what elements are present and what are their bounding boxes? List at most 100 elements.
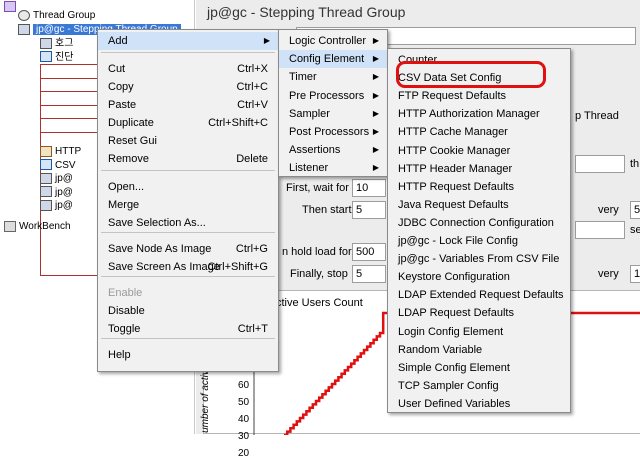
right-field-every-1[interactable]: 5 xyxy=(630,201,640,219)
context-menu-item-merge[interactable]: Merge xyxy=(98,196,278,214)
menu-item-label: jp@gc - Variables From CSV File xyxy=(398,253,560,266)
stop-thread-option[interactable]: p Thread xyxy=(575,110,619,122)
config-submenu-item-ldap-extended-request-defaults[interactable]: LDAP Extended Request Defaults xyxy=(388,286,570,304)
context-menu-item-toggle[interactable]: Toggle Ctrl+T xyxy=(98,320,278,338)
context-menu-item-disable[interactable]: Disable xyxy=(98,302,278,320)
page-title: jp@gc - Stepping Thread Group xyxy=(207,4,406,20)
config-submenu-item-ldap-request-defaults[interactable]: LDAP Request Defaults xyxy=(388,304,570,322)
tree-item-label: jp@ xyxy=(55,186,73,198)
config-submenu-item-jdbc-connection-configuration[interactable]: JDBC Connection Configuration xyxy=(388,214,570,232)
config-submenu-item-user-defined-variables[interactable]: User Defined Variables xyxy=(388,395,570,413)
config-submenu-item-keystore-configuration[interactable]: Keystore Configuration xyxy=(388,268,570,286)
config-submenu-item-ftp-request-defaults[interactable]: FTP Request Defaults xyxy=(388,87,570,105)
add-submenu-item-listener[interactable]: Listener ▶ xyxy=(279,159,387,177)
finally-stop-field[interactable]: 5 xyxy=(352,265,386,283)
menu-item-label: Enable xyxy=(108,287,143,299)
config-submenu-item-tcp-sampler-config[interactable]: TCP Sampler Config xyxy=(388,377,570,395)
tree-item-child[interactable]: 호그 xyxy=(40,37,73,51)
context-menu-item-help[interactable]: Help xyxy=(98,346,278,364)
context-menu-item-save-selection-as[interactable]: Save Selection As... xyxy=(98,214,278,232)
config-submenu-item-java-request-defaults[interactable]: Java Request Defaults xyxy=(388,196,570,214)
right-label-th: th xyxy=(630,158,640,170)
element-icon xyxy=(40,37,52,49)
add-submenu-item-post-processors[interactable]: Post Processors ▶ xyxy=(279,123,387,141)
menu-item-shortcut: Ctrl+X xyxy=(237,63,268,75)
menu-item-shortcut: Ctrl+T xyxy=(237,323,268,335)
menu-item-label: Cut xyxy=(108,63,126,75)
config-submenu-item-random-variable[interactable]: Random Variable xyxy=(388,341,570,359)
menu-item-label: Reset Gui xyxy=(108,135,157,147)
menu-item-label: Login Config Element xyxy=(398,325,504,338)
tree-item-child[interactable]: 진단 xyxy=(40,51,73,65)
config-submenu-item-login-config-element[interactable]: Login Config Element xyxy=(388,323,570,341)
hold-load-field[interactable]: 500 xyxy=(352,243,386,261)
tree-item-child[interactable]: jp@ xyxy=(40,199,73,213)
menu-item-shortcut: Ctrl+G xyxy=(235,243,268,255)
context-menu-item-add[interactable]: Add ▶ xyxy=(98,32,278,50)
config-submenu-item-http-cookie-manager[interactable]: HTTP Cookie Manager xyxy=(388,142,570,160)
tree-root-row[interactable] xyxy=(4,0,19,14)
context-menu-item-cut[interactable]: Cut Ctrl+X xyxy=(98,60,278,78)
context-menu-item-enable: Enable xyxy=(98,284,278,302)
context-menu-item-copy[interactable]: Copy Ctrl+C xyxy=(98,78,278,96)
menu-item-label: Listener xyxy=(289,162,329,175)
config-submenu-item-http-cache-manager[interactable]: HTTP Cache Manager xyxy=(388,123,570,141)
add-submenu-item-sampler[interactable]: Sampler ▶ xyxy=(279,105,387,123)
tree-item-child[interactable]: jp@ xyxy=(40,186,73,200)
element-icon xyxy=(40,199,52,211)
menu-separator xyxy=(101,338,275,339)
finally-stop-label: Finally, stop xyxy=(290,268,348,280)
tree-item-label: 진단 xyxy=(55,51,74,63)
tree-item-child[interactable]: jp@ xyxy=(40,172,73,186)
tree-item-child[interactable]: CSV xyxy=(40,159,76,173)
config-element-submenu: Counter CSV Data Set Config FTP Request De… xyxy=(387,48,571,413)
tree-item-label: CSV xyxy=(55,159,76,171)
right-field-2[interactable] xyxy=(575,221,625,239)
hold-load-label: n hold load for xyxy=(282,246,352,258)
menu-separator xyxy=(101,52,275,53)
right-label-every-2: very xyxy=(598,268,619,280)
add-submenu-item-logic-controller[interactable]: Logic Controller ▶ xyxy=(279,32,387,50)
context-menu-item-remove[interactable]: Remove Delete xyxy=(98,150,278,168)
config-submenu-item-jp-gc-lock-file-config[interactable]: jp@gc - Lock File Config xyxy=(388,232,570,250)
first-wait-field[interactable]: 10 xyxy=(352,179,386,197)
menu-item-label: Save Node As Image xyxy=(108,243,212,255)
config-submenu-item-http-request-defaults[interactable]: HTTP Request Defaults xyxy=(388,178,570,196)
menu-item-shortcut: Ctrl+V xyxy=(237,99,268,111)
add-submenu: Logic Controller ▶ Config Element ▶ Timer ▶ Pr… xyxy=(278,29,388,177)
menu-item-shortcut: Delete xyxy=(236,153,268,165)
workbench-icon xyxy=(4,220,16,232)
add-submenu-item-assertions[interactable]: Assertions ▶ xyxy=(279,141,387,159)
context-menu-item-reset-gui[interactable]: Reset Gui xyxy=(98,132,278,150)
add-submenu-item-timer[interactable]: Timer ▶ xyxy=(279,68,387,86)
menu-item-label: Help xyxy=(108,349,131,361)
config-submenu-item-http-authorization-manager[interactable]: HTTP Authorization Manager xyxy=(388,105,570,123)
menu-item-label: LDAP Extended Request Defaults xyxy=(398,289,564,302)
config-submenu-item-http-header-manager[interactable]: HTTP Header Manager xyxy=(388,160,570,178)
context-menu-item-open[interactable]: Open... xyxy=(98,178,278,196)
menu-item-label: LDAP Request Defaults xyxy=(398,307,514,320)
context-menu-item-paste[interactable]: Paste Ctrl+V xyxy=(98,96,278,114)
submenu-arrow-icon: ▶ xyxy=(372,90,379,100)
right-field-every-2[interactable]: 1 xyxy=(630,265,640,283)
add-submenu-item-pre-processors[interactable]: Pre Processors ▶ xyxy=(279,87,387,105)
menu-item-label: Keystore Configuration xyxy=(398,271,510,284)
add-submenu-item-config-element[interactable]: Config Element ▶ xyxy=(279,50,387,69)
menu-item-label: User Defined Variables xyxy=(398,397,511,410)
context-menu-item-duplicate[interactable]: Duplicate Ctrl+Shift+C xyxy=(98,114,278,132)
config-submenu-item-simple-config-element[interactable]: Simple Config Element xyxy=(388,359,570,377)
test-plan-icon xyxy=(4,0,16,12)
menu-item-label: HTTP Request Defaults xyxy=(398,180,514,193)
tree-item-workbench[interactable]: WorkBench xyxy=(4,220,71,234)
config-submenu-item-jp-gc-variables-from-csv-file[interactable]: jp@gc - Variables From CSV File xyxy=(388,250,570,268)
right-field-1[interactable] xyxy=(575,155,625,173)
submenu-arrow-icon: ▶ xyxy=(372,163,379,173)
menu-separator xyxy=(101,276,275,277)
menu-item-shortcut: Ctrl+Shift+G xyxy=(207,261,268,273)
then-start-field[interactable]: 5 xyxy=(352,201,386,219)
context-menu-item-save-screen-as-image[interactable]: Save Screen As Image Ctrl+Shift+G xyxy=(98,258,278,276)
element-icon xyxy=(40,172,52,184)
tree-item-thread-group[interactable]: Thread Group xyxy=(18,9,95,23)
tree-item-child[interactable]: HTTP xyxy=(40,145,81,159)
context-menu-item-save-node-as-image[interactable]: Save Node As Image Ctrl+G xyxy=(98,240,278,258)
